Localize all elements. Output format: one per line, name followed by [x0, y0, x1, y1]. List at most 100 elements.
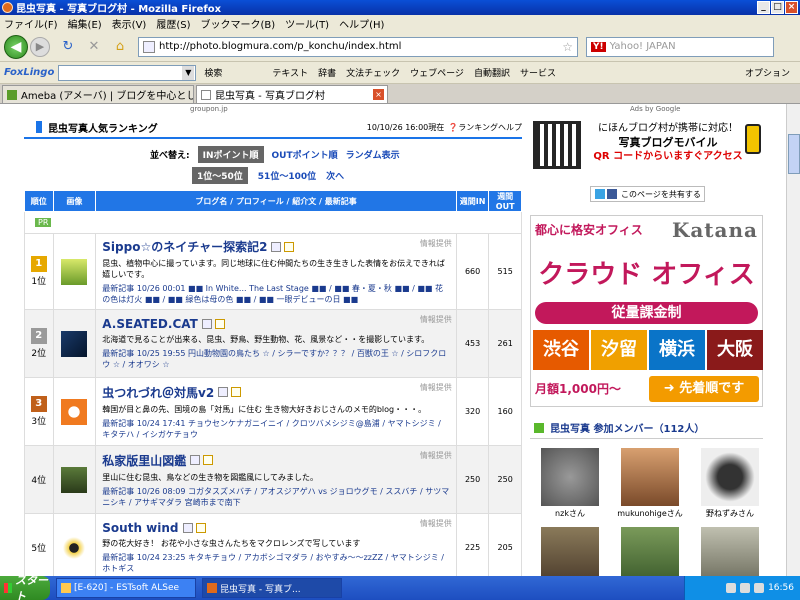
minimize-button[interactable]: _	[757, 1, 770, 14]
member-name[interactable]: mukunohigeさん	[617, 509, 683, 518]
maximize-button[interactable]: □	[771, 1, 784, 14]
sort-in-points[interactable]: INポイント順	[197, 146, 264, 163]
profile-icon[interactable]	[218, 387, 229, 397]
tab-konchu[interactable]: 昆虫写真 - 写真ブログ村 ×	[196, 85, 388, 103]
article-icon[interactable]	[214, 319, 225, 329]
menu-bookmarks[interactable]: ブックマーク(B)	[201, 16, 276, 31]
article-icon[interactable]	[231, 387, 242, 397]
profile-icon[interactable]	[201, 319, 212, 329]
member-card[interactable]: 野ねずみさん	[690, 448, 770, 519]
tray-icon[interactable]	[754, 583, 765, 593]
blog-thumbnail[interactable]	[61, 534, 88, 561]
task-label: 昆虫写真 - 写真ブ...	[220, 584, 301, 595]
blog-thumbnail[interactable]	[61, 398, 88, 425]
members-title[interactable]: 昆虫写真 参加メンバー（112人）	[550, 420, 704, 435]
pr-badge[interactable]: PR	[35, 218, 52, 227]
toolbar-services[interactable]: サービス	[520, 66, 556, 79]
menu-view[interactable]: 表示(V)	[112, 16, 147, 31]
toolbar-webpage[interactable]: ウェブページ	[410, 66, 464, 79]
weekly-in: 453	[455, 309, 490, 378]
member-photo[interactable]	[701, 448, 759, 506]
blog-title-link[interactable]: 虫つれづれ＠対馬v2	[102, 384, 450, 401]
windows-flag-icon	[4, 583, 12, 593]
rank-badge-gold: 1	[30, 256, 47, 272]
city-osaka: 大阪にも	[707, 330, 763, 381]
sort-random[interactable]: ランダム表示	[346, 148, 400, 161]
tray-icon[interactable]	[740, 583, 751, 593]
member-card[interactable]: mukunohigeさん	[610, 448, 690, 519]
taskbar-alsee[interactable]: [E-620] - ESTsoft ALSee	[56, 578, 196, 598]
scrollbar-thumb[interactable]	[788, 134, 800, 174]
ad-cta-button[interactable]: ➜ 先着順です	[649, 376, 759, 402]
page-51-100[interactable]: 51位〜100位	[258, 169, 316, 182]
close-tab-icon[interactable]: ×	[373, 89, 384, 100]
toolbar-search[interactable]: 検索	[204, 66, 222, 79]
share-button[interactable]: このページを共有する	[590, 186, 705, 202]
tray-icon[interactable]	[726, 583, 737, 593]
toolbar-auto-translate[interactable]: 自動翻訳	[474, 66, 510, 79]
member-name[interactable]: nzkさん	[555, 509, 585, 518]
katana-ad-banner[interactable]: 都心に格安オフィス Katana クラウド オフィス 従量課金制 渋谷 汐留 横…	[530, 215, 763, 407]
home-icon[interactable]: ⌂	[112, 39, 128, 55]
page-next[interactable]: 次へ	[326, 169, 344, 182]
reload-icon[interactable]: ↻	[60, 39, 76, 55]
article-icon[interactable]	[195, 523, 206, 533]
toolbar-text[interactable]: テキスト	[272, 66, 308, 79]
member-photo[interactable]	[541, 448, 599, 506]
profile-icon[interactable]	[271, 241, 282, 252]
vertical-scrollbar[interactable]	[786, 104, 800, 576]
ranking-help-link[interactable]: ❓ランキングヘルプ	[448, 122, 522, 133]
menu-tools[interactable]: ツール(T)	[285, 16, 329, 31]
blog-title-link[interactable]: 私家版里山図鑑	[102, 452, 450, 469]
profile-icon[interactable]	[190, 455, 201, 465]
windows-taskbar: スタート [E-620] - ESTsoft ALSee 昆虫写真 - 写真ブ.…	[0, 574, 800, 600]
ad-note-left: groupon.jp	[190, 105, 228, 113]
menu-help[interactable]: ヘルプ(H)	[339, 16, 384, 31]
tab-ameba[interactable]: Ameba (アメーバ) | ブログを中心とした...	[2, 85, 194, 103]
toolbar-grammar[interactable]: 文法チェック	[346, 66, 400, 79]
menu-edit[interactable]: 編集(E)	[68, 16, 102, 31]
profile-icon[interactable]	[182, 523, 193, 533]
member-card[interactable]: nzkさん	[530, 448, 610, 519]
article-icon[interactable]	[284, 241, 295, 252]
bookmark-star-icon[interactable]: ☆	[562, 40, 573, 54]
latest-articles[interactable]: 最新記事 10/25 19:55 円山動物園の鳥たち ☆ / シラーですか？？？…	[102, 348, 450, 370]
table-row: 5位 情報提供 South wind 野の花大好き！ お花や小さな虫さんたちをマ…	[24, 513, 522, 582]
firefox-icon	[2, 2, 13, 13]
blog-title-link[interactable]: A.SEATED.CAT	[102, 317, 450, 331]
toolbar-options[interactable]: オプション	[745, 66, 790, 79]
menu-file[interactable]: ファイル(F)	[4, 16, 58, 31]
ad-cta-label: 先着順です	[679, 381, 745, 396]
clock[interactable]: 16:56	[768, 583, 794, 593]
article-icon[interactable]	[203, 455, 214, 465]
blog-thumbnail[interactable]	[61, 330, 88, 357]
close-window-button[interactable]: ×	[785, 1, 798, 14]
taskbar-firefox[interactable]: 昆虫写真 - 写真ブ...	[202, 578, 342, 598]
mobile-line2: 写真ブログモバイル	[618, 136, 718, 149]
back-button[interactable]: ◀	[4, 34, 28, 59]
yahoo-icon[interactable]: Y!	[591, 41, 606, 52]
latest-articles[interactable]: 最新記事 10/24 23:25 キタキチョウ / アカボシゴマダラ / おやす…	[102, 552, 450, 574]
url-bar[interactable]: http://photo.blogmura.com/p_konchu/index…	[138, 36, 578, 57]
latest-articles[interactable]: 最新記事 10/26 08:09 コガタスズメバチ / アオスジアゲハ vs ジ…	[102, 486, 450, 508]
search-box[interactable]: Y! Yahoo! JAPAN	[586, 36, 774, 57]
forward-button[interactable]: ▶	[30, 36, 50, 57]
menu-history[interactable]: 履歴(S)	[156, 16, 190, 31]
latest-articles[interactable]: 最新記事 10/26 00:01 ■■ In White... The Last…	[102, 283, 450, 305]
blog-thumbnail[interactable]	[61, 258, 88, 285]
latest-articles[interactable]: 最新記事 10/24 17:41 チョウセンケナガニイニイ / クロツバメシジミ…	[102, 418, 450, 440]
member-photo[interactable]	[621, 448, 679, 506]
member-name[interactable]: 野ねずみさん	[706, 509, 754, 518]
mobile-promo[interactable]: にほんブログ村が携帯に対応！ 写真ブログモバイル QR コードからいますぐアクセ…	[588, 122, 748, 164]
weekly-out: 205	[488, 513, 522, 582]
sort-out-points[interactable]: OUTポイント順	[272, 148, 338, 161]
blog-title-link[interactable]: Sippo☆のネイチャー探索記2	[102, 238, 450, 255]
stop-icon[interactable]: ✕	[86, 39, 102, 55]
foxlingo-select[interactable]	[58, 64, 197, 81]
blog-title-link[interactable]: South wind	[102, 521, 450, 535]
blog-thumbnail[interactable]	[61, 466, 88, 493]
page-1-50[interactable]: 1位〜50位	[192, 167, 248, 184]
qr-code[interactable]	[533, 121, 581, 169]
start-button[interactable]: スタート	[0, 574, 50, 600]
toolbar-dictionary[interactable]: 辞書	[318, 66, 336, 79]
